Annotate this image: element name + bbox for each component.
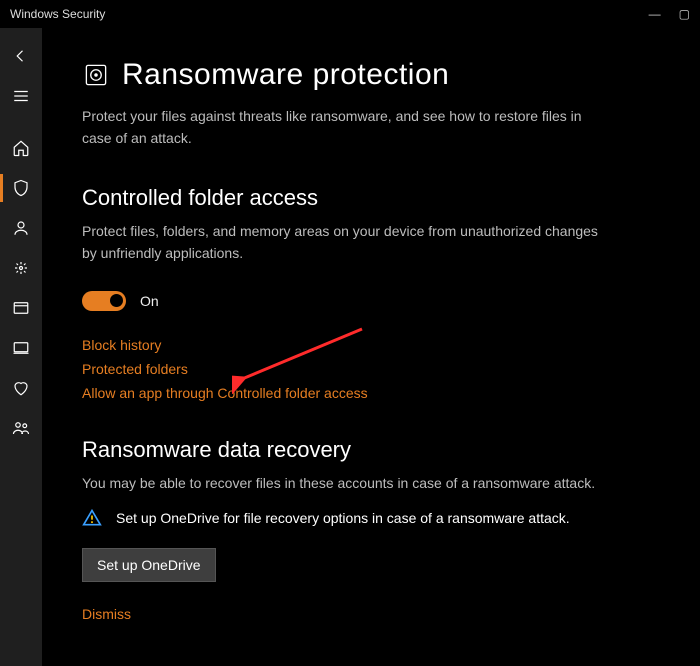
nav-home[interactable] — [0, 128, 42, 168]
device-security-icon — [12, 339, 30, 357]
toggle-knob — [110, 294, 123, 307]
menu-icon — [12, 87, 30, 105]
maximize-button[interactable]: ▢ — [679, 7, 690, 21]
account-icon — [12, 219, 30, 237]
minimize-button[interactable]: — — [649, 7, 661, 21]
heart-icon — [12, 379, 30, 397]
link-allow-app[interactable]: Allow an app through Controlled folder a… — [82, 385, 660, 401]
recovery-warning: Set up OneDrive for file recovery option… — [116, 508, 570, 530]
home-icon — [12, 139, 30, 157]
warning-icon — [82, 508, 102, 528]
link-block-history[interactable]: Block history — [82, 337, 660, 353]
cfa-toggle-label: On — [140, 293, 159, 309]
app-browser-icon — [12, 299, 30, 317]
ransomware-page-icon — [82, 61, 110, 89]
nav-device-health[interactable] — [0, 368, 42, 408]
nav-app-browser-control[interactable] — [0, 288, 42, 328]
nav-menu[interactable] — [0, 76, 42, 116]
link-protected-folders[interactable]: Protected folders — [82, 361, 660, 377]
recovery-heading: Ransomware data recovery — [82, 437, 660, 463]
page-title: Ransomware protection — [122, 58, 449, 92]
nav-firewall[interactable] — [0, 248, 42, 288]
page-subtitle: Protect your files against threats like … — [82, 106, 602, 149]
back-icon — [12, 47, 30, 65]
nav-account-protection[interactable] — [0, 208, 42, 248]
shield-icon — [12, 179, 30, 197]
dismiss-link[interactable]: Dismiss — [82, 606, 660, 622]
app-title: Windows Security — [10, 7, 105, 21]
main-content: Ransomware protection Protect your files… — [42, 28, 700, 666]
titlebar: Windows Security — ▢ — [0, 0, 700, 28]
family-icon — [12, 419, 30, 437]
nav-device-security[interactable] — [0, 328, 42, 368]
cfa-heading: Controlled folder access — [82, 185, 660, 211]
nav-virus-protection[interactable] — [0, 168, 42, 208]
firewall-icon — [12, 259, 30, 277]
nav-family-options[interactable] — [0, 408, 42, 448]
setup-onedrive-button[interactable]: Set up OneDrive — [82, 548, 216, 582]
side-nav — [0, 28, 42, 666]
nav-back[interactable] — [0, 36, 42, 76]
cfa-desc: Protect files, folders, and memory areas… — [82, 221, 602, 264]
cfa-toggle[interactable] — [82, 291, 126, 311]
recovery-desc: You may be able to recover files in thes… — [82, 473, 602, 495]
